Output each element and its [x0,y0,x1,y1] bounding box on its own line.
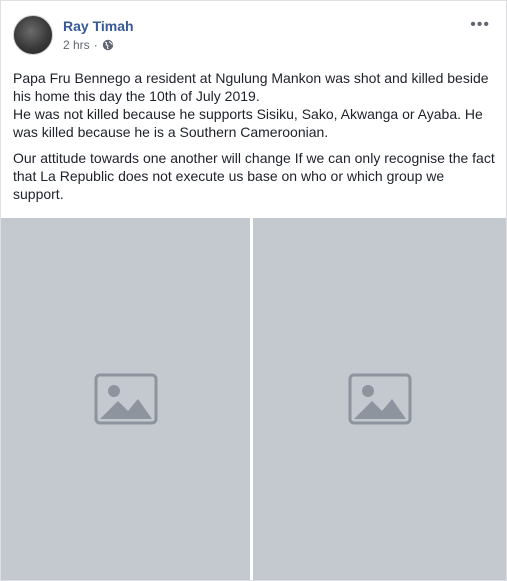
post-paragraph-1: Papa Fru Bennego a resident at Ngulung M… [13,69,495,141]
image-placeholder-icon [94,373,157,425]
post-header-text: Ray Timah 2 hrs · [63,17,134,53]
facebook-post: Ray Timah 2 hrs · ••• Papa Fru Bennego a… [0,0,507,581]
post-meta: 2 hrs · [63,37,134,53]
avatar[interactable] [13,15,53,55]
post-body: Papa Fru Bennego a resident at Ngulung M… [13,69,495,211]
post-header: Ray Timah 2 hrs · [13,15,134,55]
photo-grid [1,218,506,580]
image-placeholder-icon [348,373,411,425]
ellipsis-icon[interactable]: ••• [470,17,490,33]
post-line-2: He was not killed because he supports Si… [13,106,483,140]
globe-icon[interactable] [102,39,114,51]
author-name[interactable]: Ray Timah [63,17,134,35]
post-timestamp[interactable]: 2 hrs [63,37,90,53]
photo-2[interactable] [253,218,506,580]
meta-separator: · [93,38,98,52]
post-line-1: Papa Fru Bennego a resident at Ngulung M… [13,70,489,104]
post-paragraph-2: Our attitude towards one another will ch… [13,150,495,202]
photo-1[interactable] [1,218,250,580]
